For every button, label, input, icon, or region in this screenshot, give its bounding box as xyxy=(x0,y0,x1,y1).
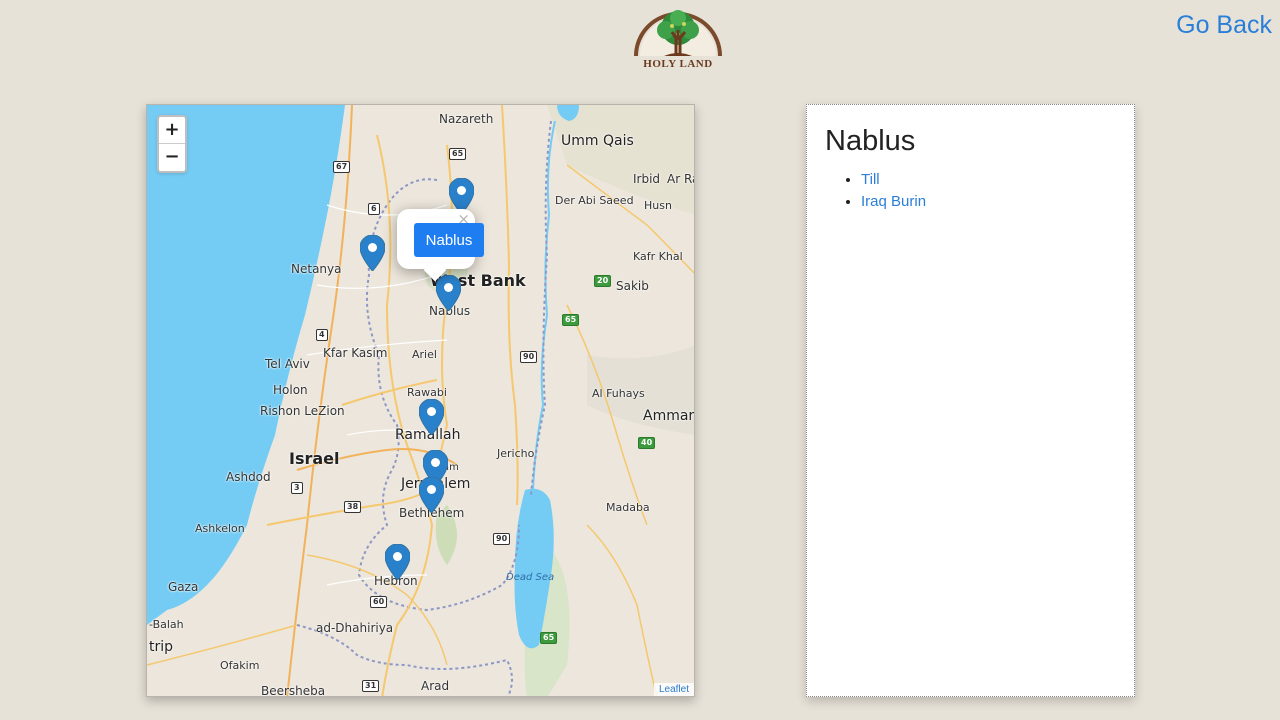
map-marker-icon[interactable] xyxy=(419,477,444,513)
road-shield: 4 xyxy=(316,329,328,341)
road-shield: 38 xyxy=(344,501,362,513)
place-label: Ashdod xyxy=(226,470,271,484)
place-label: Der Abi Saeed xyxy=(555,194,634,207)
go-back-link[interactable]: Go Back xyxy=(1176,11,1272,40)
place-label: ad-Dhahiriya xyxy=(316,621,394,635)
map-marker-icon[interactable] xyxy=(360,235,385,271)
olive-tree-icon xyxy=(634,10,722,57)
place-label: Irbid xyxy=(633,172,661,186)
place-label: Beersheba xyxy=(261,684,326,697)
place-label: Kafr Khal xyxy=(633,250,683,263)
place-label: Husn xyxy=(644,199,672,212)
zoom-control: + − xyxy=(157,115,187,173)
place-label: Arad xyxy=(421,679,450,693)
location-link-list: Till Iraq Burin xyxy=(861,169,926,213)
place-label: Israel xyxy=(289,449,340,468)
place-label: Netanya xyxy=(291,262,342,276)
place-label: Madaba xyxy=(606,501,650,514)
place-label: Jericho xyxy=(497,447,535,460)
place-label: Holon xyxy=(273,383,308,397)
place-label: Ofakim xyxy=(220,659,260,672)
list-item: Till xyxy=(861,169,926,191)
zoom-out-button[interactable]: − xyxy=(159,144,185,171)
place-label: Sakib xyxy=(616,279,649,293)
map-marker-icon[interactable] xyxy=(385,544,410,580)
location-panel: Nablus Till Iraq Burin xyxy=(806,104,1135,697)
place-label: -Balah xyxy=(149,618,184,631)
place-label: Rawabi xyxy=(407,386,447,399)
road-shield: 65 xyxy=(562,314,580,326)
place-label: Umm Qais xyxy=(561,133,634,149)
place-label: Dead Sea xyxy=(506,572,555,583)
road-shield: 65 xyxy=(540,632,558,644)
holy-land-logo[interactable]: HOLY LAND xyxy=(628,0,728,74)
place-label: Nazareth xyxy=(439,112,494,126)
road-shield: 6 xyxy=(368,203,380,215)
road-shield: 90 xyxy=(520,351,538,363)
map-attribution-link[interactable]: Leaflet xyxy=(653,683,694,696)
place-label: Ar Ra xyxy=(667,172,694,186)
road-shield: 3 xyxy=(291,482,303,494)
road-shield: 20 xyxy=(594,275,612,287)
map[interactable]: Nazareth Umm Qais Irbid Ar Ra Der Abi Sa… xyxy=(146,104,695,697)
road-shield: 60 xyxy=(370,596,388,608)
zoom-in-button[interactable]: + xyxy=(159,117,185,144)
place-label: Ammar xyxy=(643,408,695,424)
place-label: Tel Aviv xyxy=(265,357,310,371)
place-label: Ariel xyxy=(412,348,437,361)
map-popup: × Nablus xyxy=(397,209,484,269)
road-shield: 67 xyxy=(333,161,351,173)
location-title: Nablus xyxy=(825,125,916,157)
place-label: Ashkelon xyxy=(195,522,245,535)
map-marker-icon[interactable] xyxy=(419,399,444,435)
location-link-iraq-burin[interactable]: Iraq Burin xyxy=(861,193,926,210)
road-shield: 40 xyxy=(638,437,656,449)
nablus-marker-icon[interactable] xyxy=(436,275,461,311)
page: HOLY LAND Go Back Nazareth Umm Qais Irbi… xyxy=(0,0,1280,720)
list-item: Iraq Burin xyxy=(861,191,926,213)
place-label: Gaza xyxy=(168,580,199,594)
road-shield: 65 xyxy=(449,148,467,160)
road-shield: 90 xyxy=(493,533,511,545)
place-label: Al Fuhays xyxy=(592,387,645,400)
popup-nablus-button[interactable]: Nablus xyxy=(414,223,484,257)
place-label: Rishon LeZion xyxy=(260,404,345,418)
road-shield: 31 xyxy=(362,680,380,692)
place-label: trip xyxy=(149,639,174,655)
location-link-till[interactable]: Till xyxy=(861,171,880,188)
logo-text: HOLY LAND xyxy=(643,58,713,70)
place-label: Kfar Kasim xyxy=(323,346,388,360)
